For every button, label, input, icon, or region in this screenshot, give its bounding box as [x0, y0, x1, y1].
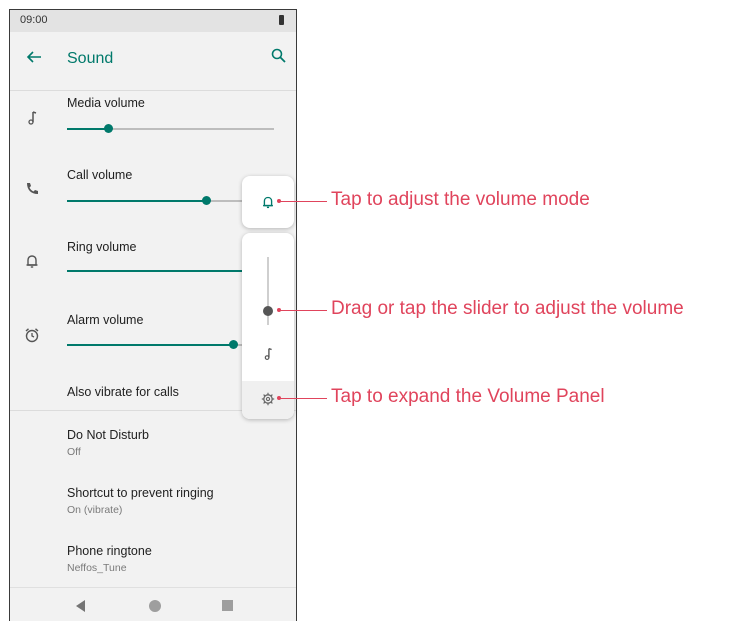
- phone-ringtone-value: Neffos_Tune: [67, 562, 127, 574]
- volume-panel-expand-button[interactable]: [242, 381, 294, 419]
- media-volume-label: Media volume: [67, 96, 145, 110]
- music-note-icon: [28, 111, 37, 125]
- status-time: 09:00: [20, 14, 48, 26]
- page-title: Sound: [67, 50, 114, 67]
- callout-expand-panel: Tap to expand the Volume Panel: [331, 386, 605, 407]
- volume-panel-thumb[interactable]: [263, 306, 273, 316]
- do-not-disturb-label[interactable]: Do Not Disturb: [67, 428, 149, 442]
- nav-back-icon[interactable]: [76, 600, 85, 612]
- callout-line: [279, 201, 327, 202]
- callout-slider: Drag or tap the slider to adjust the vol…: [331, 298, 684, 319]
- nav-home-icon[interactable]: [149, 600, 161, 612]
- shortcut-ringing-label[interactable]: Shortcut to prevent ringing: [67, 486, 214, 500]
- back-arrow-icon[interactable]: [24, 47, 44, 67]
- do-not-disturb-value: Off: [67, 446, 81, 458]
- call-volume-fill: [67, 200, 206, 202]
- phone-ringtone-label[interactable]: Phone ringtone: [67, 544, 152, 558]
- navigation-bar: [10, 587, 296, 621]
- volume-mode-button[interactable]: [242, 176, 294, 228]
- media-volume-slider[interactable]: [67, 124, 274, 133]
- callout-line: [279, 310, 327, 311]
- alarm-clock-icon: [25, 328, 39, 343]
- alarm-volume-thumb[interactable]: [228, 340, 238, 349]
- vibrate-for-calls-label[interactable]: Also vibrate for calls: [67, 385, 179, 399]
- bell-icon: [263, 196, 273, 209]
- app-bar: Sound: [10, 32, 296, 91]
- music-note-icon: [264, 347, 272, 360]
- call-volume-label: Call volume: [67, 168, 133, 182]
- volume-panel: [242, 233, 294, 419]
- call-volume-thumb[interactable]: [201, 196, 211, 205]
- battery-icon: [279, 15, 284, 25]
- gear-icon: [261, 392, 275, 406]
- nav-recents-icon[interactable]: [222, 600, 233, 611]
- bell-icon: [26, 255, 38, 268]
- media-volume-thumb[interactable]: [104, 124, 114, 133]
- ring-volume-label: Ring volume: [67, 240, 137, 254]
- alarm-volume-label: Alarm volume: [67, 313, 144, 327]
- callout-volume-mode: Tap to adjust the volume mode: [331, 189, 590, 210]
- callout-line: [279, 398, 327, 399]
- phone-icon: [27, 183, 38, 194]
- shortcut-ringing-value: On (vibrate): [67, 504, 123, 516]
- status-bar: 09:00: [10, 10, 296, 32]
- search-icon[interactable]: [270, 47, 288, 65]
- alarm-volume-fill: [67, 344, 233, 346]
- media-volume-fill: [67, 128, 109, 130]
